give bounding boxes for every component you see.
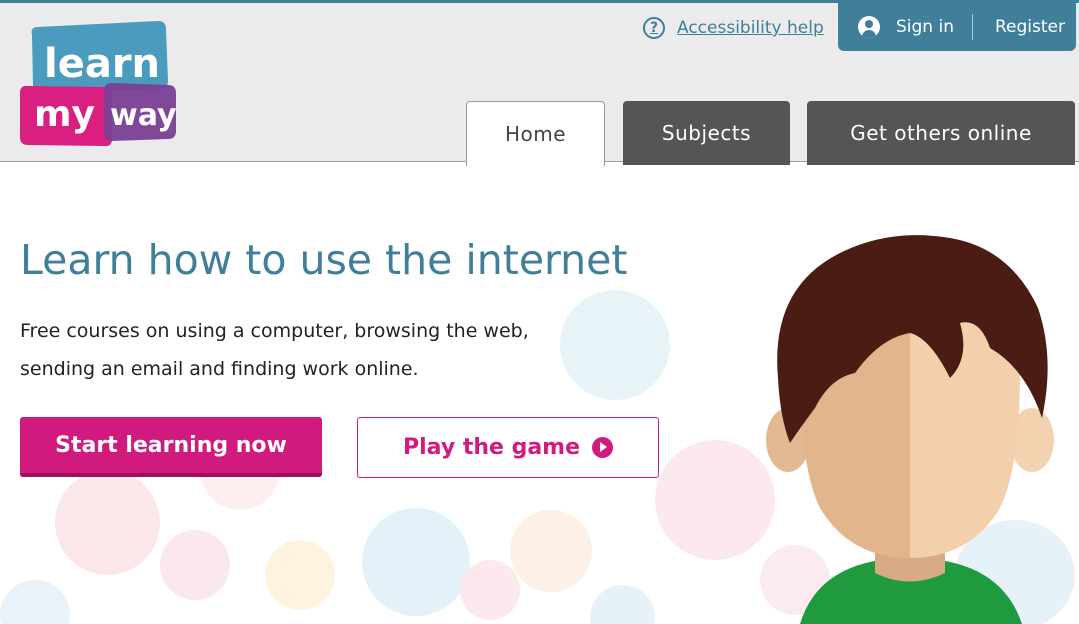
accessibility-help-link[interactable]: ? Accessibility help bbox=[643, 15, 824, 41]
hero-description-line: Free courses on using a computer, browsi… bbox=[20, 320, 529, 342]
play-circle-icon bbox=[592, 437, 614, 458]
logo-text-way: way bbox=[110, 98, 177, 133]
sign-in-button[interactable]: Sign in bbox=[838, 3, 954, 51]
tab-home[interactable]: Home bbox=[466, 101, 605, 166]
bg-bubble bbox=[510, 510, 592, 592]
hero-description-line: sending an email and finding work online… bbox=[20, 358, 419, 380]
bg-bubble bbox=[265, 540, 335, 610]
bg-bubble bbox=[655, 440, 775, 560]
learn-my-way-logo[interactable]: learn my way bbox=[20, 21, 180, 149]
logo-text-my: my bbox=[34, 94, 95, 135]
tab-subjects[interactable]: Subjects bbox=[623, 101, 790, 165]
play-game-label: Play the game bbox=[402, 435, 581, 460]
site-header: learn my way ? Accessibility help Sign i… bbox=[0, 0, 1079, 166]
sign-in-label: Sign in bbox=[896, 17, 954, 37]
bg-bubble bbox=[0, 580, 70, 624]
page-title: Learn how to use the internet bbox=[20, 236, 628, 284]
user-circle-icon bbox=[858, 16, 880, 38]
start-learning-button[interactable]: Start learning now bbox=[20, 417, 322, 477]
accessibility-help-label: Accessibility help bbox=[677, 18, 824, 38]
hero-description: Free courses on using a computer, browsi… bbox=[20, 312, 620, 388]
bg-bubble bbox=[460, 560, 520, 620]
bg-bubble bbox=[362, 508, 470, 616]
bg-bubble bbox=[590, 585, 655, 624]
logo-text-learn: learn bbox=[44, 41, 160, 87]
bg-bubble bbox=[55, 470, 160, 575]
register-link[interactable]: Register bbox=[973, 17, 1065, 37]
tab-get-others-online[interactable]: Get others online bbox=[807, 101, 1075, 165]
bg-bubble bbox=[160, 530, 230, 600]
avatar-illustration bbox=[766, 235, 1054, 624]
play-game-button[interactable]: Play the game bbox=[357, 417, 659, 478]
account-bar: Sign in Register bbox=[838, 3, 1076, 51]
question-circle-icon: ? bbox=[643, 17, 665, 39]
